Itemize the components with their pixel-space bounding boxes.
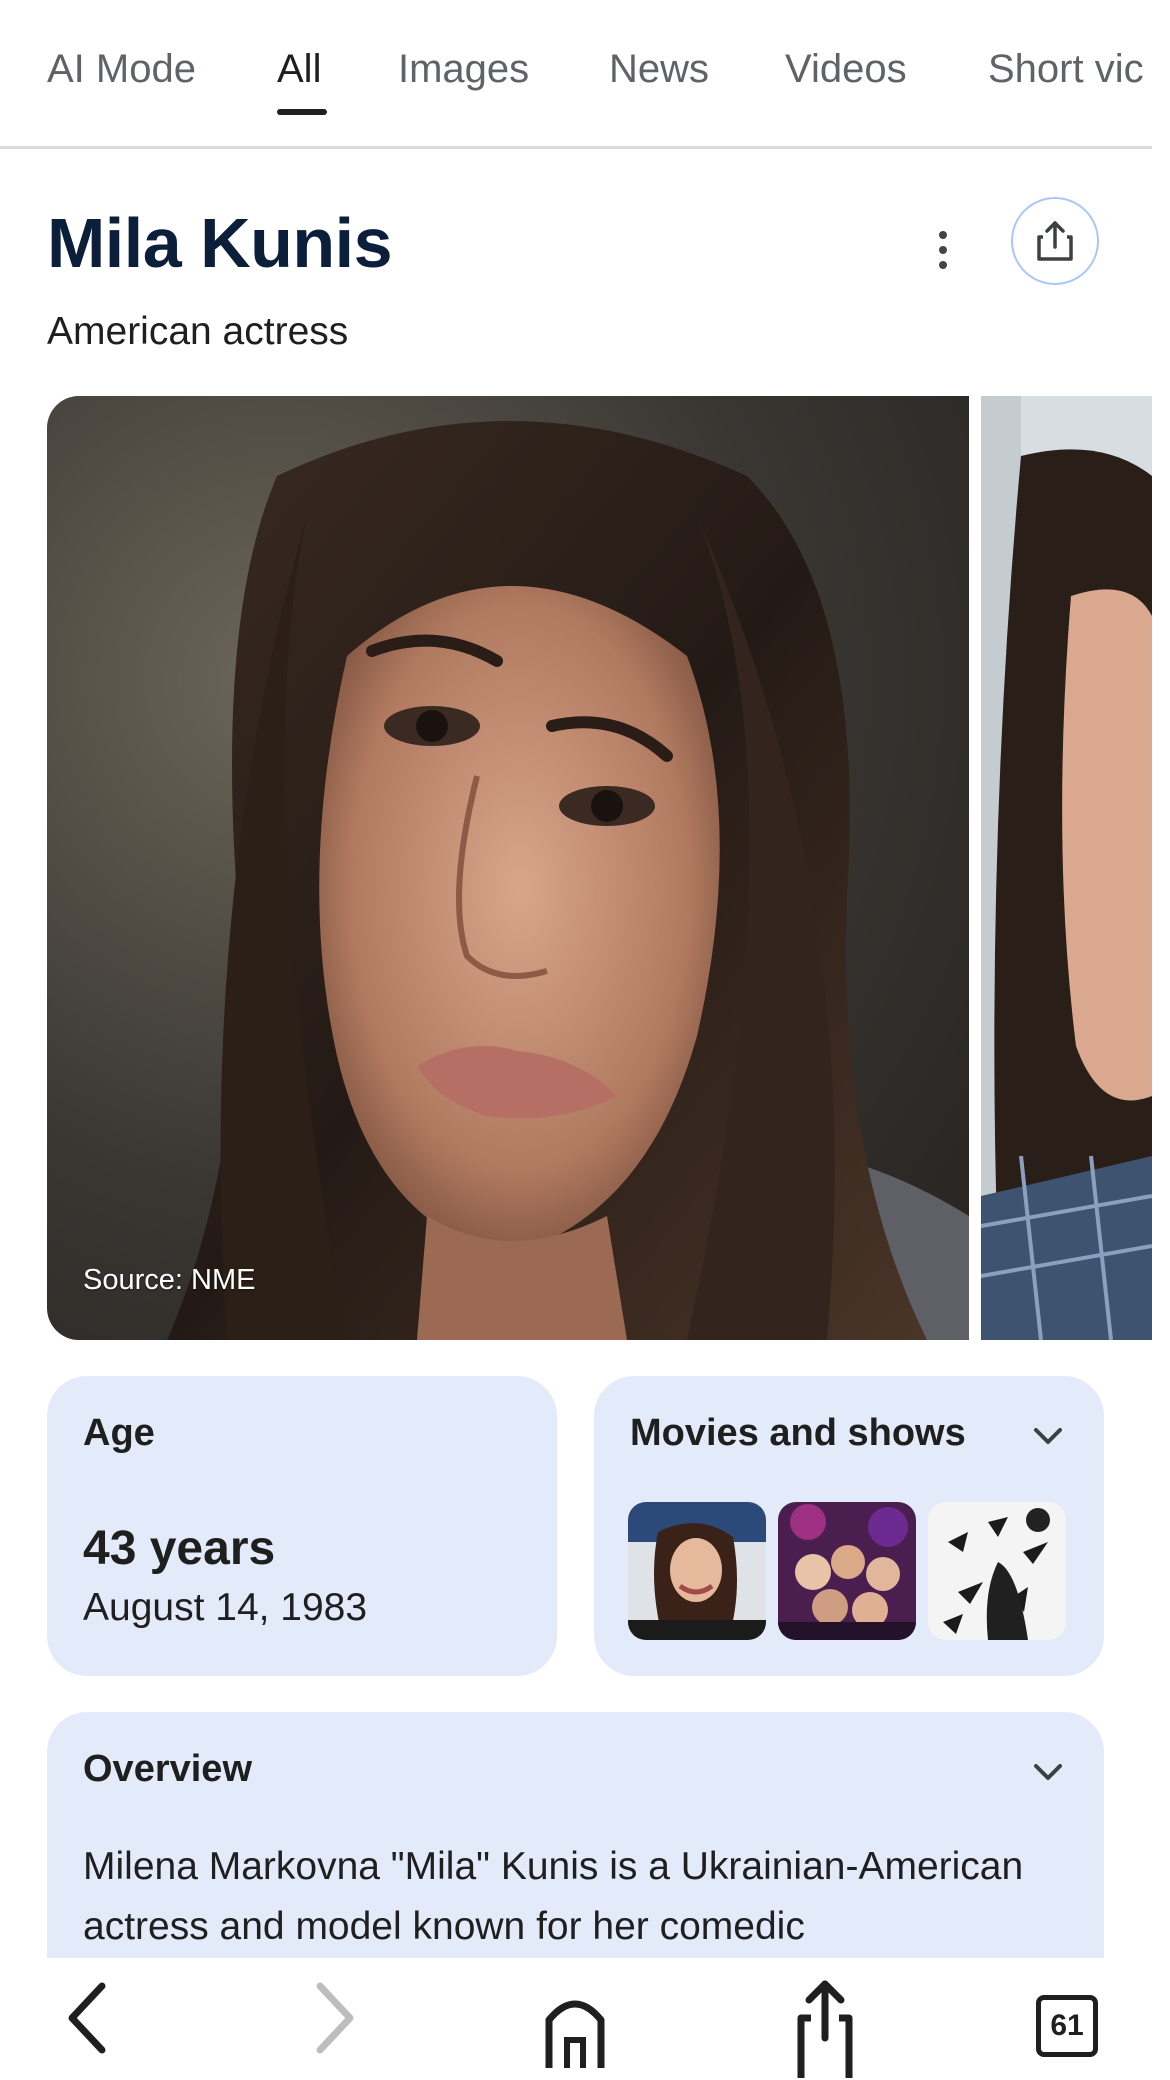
movie-poster-image (928, 1502, 1066, 1640)
home-icon (545, 2000, 605, 2068)
tab-all[interactable]: All (277, 47, 321, 92)
movie-poster-image (778, 1502, 916, 1640)
movies-and-shows-card[interactable]: Movies and shows (594, 1376, 1104, 1676)
portrait-image (981, 396, 1152, 1340)
browser-bottom-bar (0, 1958, 1170, 2080)
tab-videos[interactable]: Videos (785, 47, 907, 92)
active-tab-indicator (277, 109, 327, 115)
forward-icon (316, 1982, 354, 2054)
browser-share-button[interactable] (790, 1978, 860, 2078)
tab-short-videos[interactable]: Short vic (988, 47, 1144, 92)
entity-subtitle: American actress (47, 310, 349, 353)
share-icon (1037, 221, 1073, 261)
portrait-image (47, 396, 969, 1340)
entity-title: Mila Kunis (47, 204, 393, 282)
dot-icon (939, 261, 947, 269)
age-card[interactable]: Age 43 years August 14, 1983 (47, 1376, 557, 1676)
movie-thumbnail[interactable] (628, 1502, 766, 1640)
secondary-photo[interactable] (981, 396, 1152, 1340)
share-icon (797, 1980, 853, 2078)
more-options-button[interactable] (922, 220, 964, 280)
overview-label: Overview (83, 1748, 252, 1790)
movie-thumbnail[interactable] (928, 1502, 1066, 1640)
tab-news[interactable]: News (609, 47, 709, 92)
movie-poster-image (628, 1502, 766, 1640)
birth-date: August 14, 1983 (83, 1586, 368, 1629)
chevron-down-icon[interactable] (1028, 1752, 1068, 1792)
back-button[interactable] (52, 1978, 122, 2078)
share-button[interactable] (1011, 197, 1099, 285)
tab-images[interactable]: Images (398, 47, 529, 92)
tabs-button[interactable]: 61 (1036, 1995, 1098, 2057)
chevron-down-icon[interactable] (1028, 1416, 1068, 1456)
overview-text: Milena Markovna "Mila" Kunis is a Ukrain… (83, 1845, 1024, 1948)
movie-thumbnail[interactable] (778, 1502, 916, 1640)
dot-icon (939, 231, 947, 239)
tab-count: 61 (1050, 2009, 1084, 2042)
age-value: 43 years (83, 1522, 276, 1575)
tab-ai-mode[interactable]: AI Mode (47, 47, 196, 92)
age-label: Age (83, 1412, 155, 1454)
photo-source: Source: NME (83, 1264, 256, 1296)
home-button[interactable] (540, 1978, 610, 2078)
main-photo[interactable]: Source: NME (47, 396, 969, 1340)
dot-icon (939, 246, 947, 254)
search-tabs: AI Mode All Images News Videos Short vic (0, 0, 1152, 149)
movies-label: Movies and shows (630, 1412, 966, 1454)
back-icon (68, 1982, 106, 2054)
forward-button[interactable] (300, 1978, 370, 2078)
